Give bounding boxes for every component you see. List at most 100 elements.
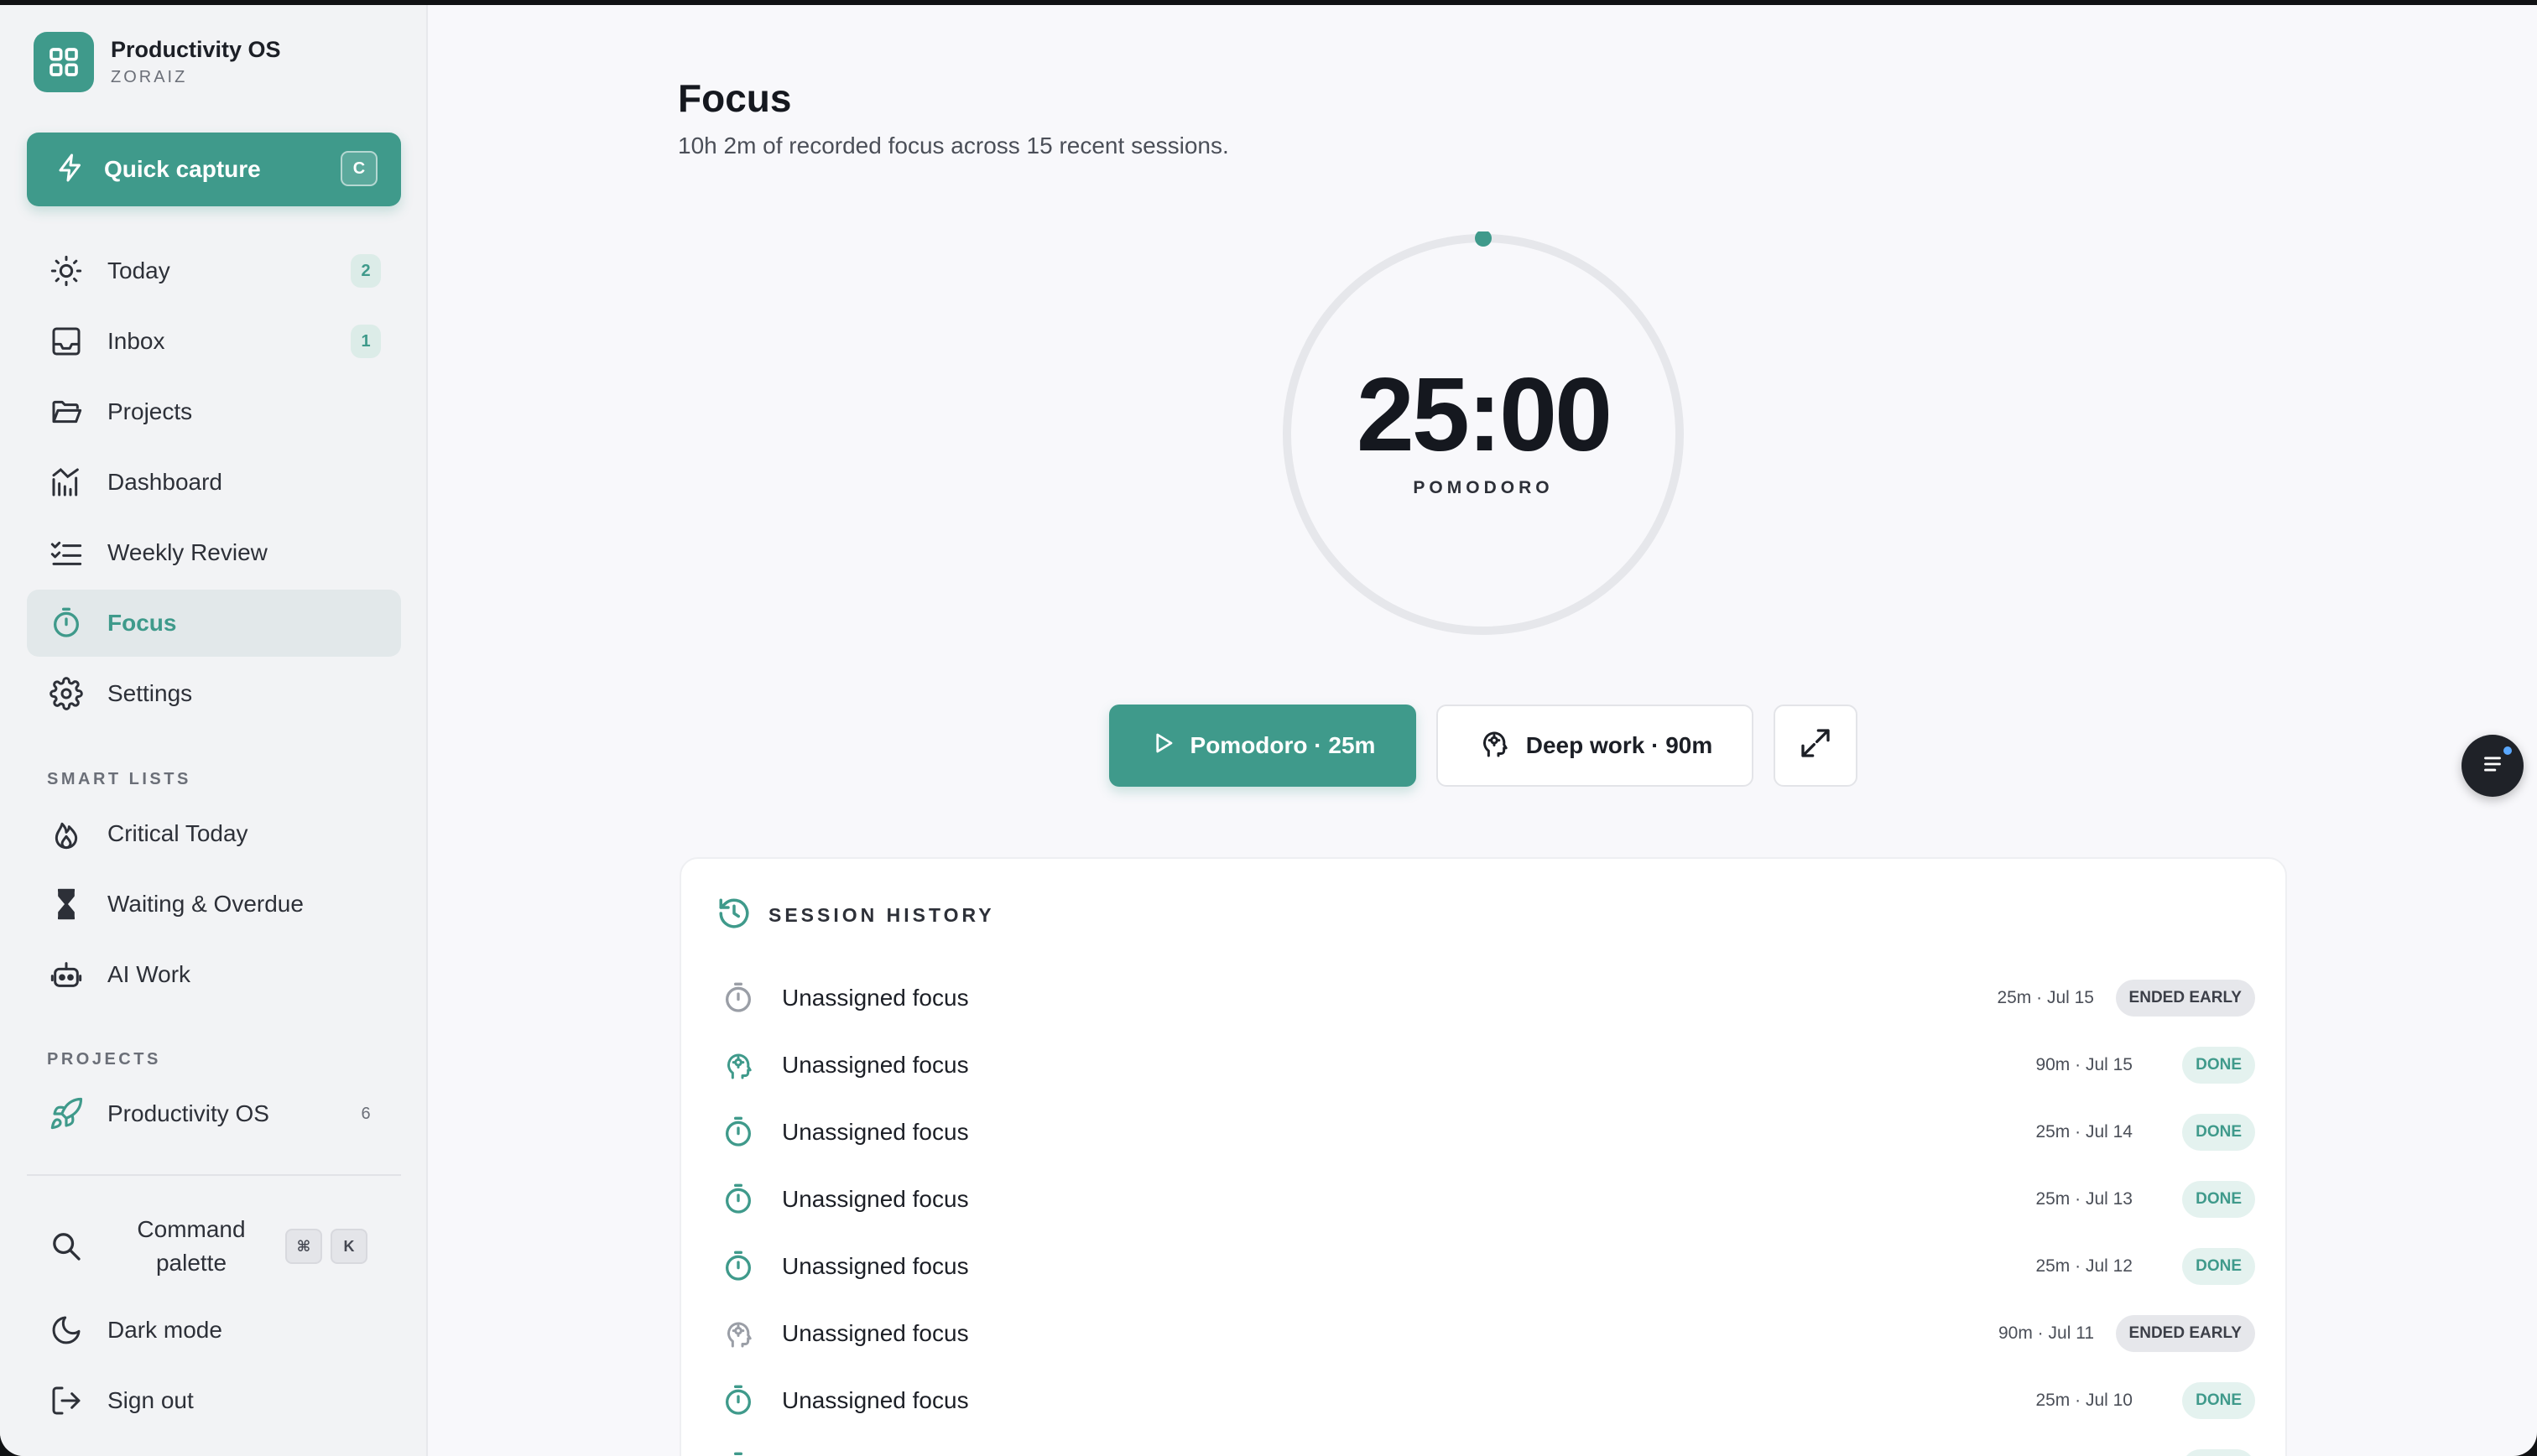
project-label: Productivity OS	[107, 1100, 269, 1126]
nav-inbox[interactable]: Inbox 1	[27, 308, 401, 375]
floating-menu-button[interactable]	[2461, 735, 2524, 797]
grid-logo-icon	[34, 32, 94, 92]
pomodoro-button-label: Pomodoro · 25m	[1190, 732, 1376, 758]
timer-progress-dot	[1475, 231, 1492, 247]
timer-mode-label: POMODORO	[1413, 478, 1554, 497]
lightning-icon	[55, 153, 86, 187]
nav-label: Dashboard	[107, 469, 222, 495]
session-title: Unassigned focus	[782, 1052, 969, 1078]
folder-open-icon	[47, 393, 86, 431]
smart-list-ai-work[interactable]: AI Work	[27, 941, 401, 1008]
sign-out-label: Sign out	[107, 1387, 194, 1413]
session-row[interactable]: Unassigned focus 90m · Jul 11 ENDED EARLY	[720, 1300, 2255, 1367]
smart-list-label: AI Work	[107, 961, 191, 987]
session-row[interactable]: Unassigned focus 25m · Jul 14 DONE	[720, 1099, 2255, 1166]
nav-focus[interactable]: Focus	[27, 590, 401, 657]
session-status-badge: DONE	[2182, 1047, 2255, 1084]
menu-lines-icon	[2478, 750, 2507, 783]
checklist-icon	[47, 533, 86, 572]
page-title: Focus	[678, 76, 792, 120]
session-title: Unassigned focus	[782, 1253, 969, 1279]
sidebar: Productivity OS ZORAIZ Quick capture C T…	[0, 5, 428, 1456]
smart-list-label: Waiting & Overdue	[107, 891, 304, 917]
session-row[interactable]: Unassigned focus 25m · Jul 12 DONE	[720, 1233, 2255, 1300]
session-row[interactable]: Unassigned focus25m · Jul 9DONE	[720, 1434, 2255, 1456]
notification-dot	[2503, 746, 2512, 755]
session-row[interactable]: Unassigned focus 25m · Jul 10 DONE	[720, 1367, 2255, 1434]
nav-projects[interactable]: Projects	[27, 378, 401, 445]
quick-capture-label: Quick capture	[104, 156, 261, 182]
session-meta: 90m · Jul 11	[1998, 1323, 2094, 1343]
session-title: Unassigned focus	[782, 1186, 969, 1212]
nav-label: Projects	[107, 398, 193, 424]
gear-icon	[47, 674, 86, 713]
start-deep-work-button[interactable]: Deep work · 90m	[1436, 705, 1753, 787]
nav-today[interactable]: Today 2	[27, 237, 401, 304]
expand-icon	[1799, 726, 1832, 766]
chart-icon	[47, 463, 86, 502]
session-title: Unassigned focus	[782, 1320, 969, 1346]
session-row[interactable]: Unassigned focus 90m · Jul 15 DONE	[720, 1032, 2255, 1099]
robot-icon	[47, 955, 86, 994]
timer-icon	[720, 980, 757, 1017]
deep-work-button-label: Deep work · 90m	[1525, 732, 1713, 758]
nav-label: Weekly Review	[107, 539, 268, 565]
session-meta: 25m · Jul 13	[2035, 1189, 2133, 1209]
session-row[interactable]: Unassigned focus 25m · Jul 15 ENDED EARLY	[720, 965, 2255, 1032]
fullscreen-button[interactable]	[1774, 705, 1857, 787]
smart-list-critical-today[interactable]: Critical Today	[27, 800, 401, 867]
kbd-k: K	[331, 1229, 367, 1264]
session-meta: 25m · Jul 14	[2035, 1122, 2133, 1141]
inbox-icon	[47, 322, 86, 361]
session-title: Unassigned focus	[782, 1119, 969, 1145]
nav-weekly-review[interactable]: Weekly Review	[27, 519, 401, 586]
session-history-header: SESSION HISTORY	[716, 896, 995, 935]
project-productivity-os[interactable]: Productivity OS 6	[27, 1080, 401, 1147]
sign-out-button[interactable]: Sign out	[27, 1367, 401, 1434]
hourglass-icon	[47, 885, 86, 923]
page-subtitle: 10h 2m of recorded focus across 15 recen…	[678, 133, 1229, 159]
command-palette-label: Command palette	[137, 1216, 246, 1276]
start-pomodoro-button[interactable]: Pomodoro · 25m	[1109, 705, 1416, 787]
timer-icon	[47, 604, 86, 642]
quick-capture-button[interactable]: Quick capture C	[27, 133, 401, 206]
timer-icon	[720, 1248, 757, 1285]
brain-gear-icon	[720, 1047, 757, 1084]
nav-label: Focus	[107, 610, 177, 636]
app-window: Productivity OS ZORAIZ Quick capture C T…	[0, 5, 2537, 1456]
session-meta: 25m · Jul 10	[2035, 1391, 2133, 1410]
play-icon	[1150, 731, 1175, 762]
nav-dashboard[interactable]: Dashboard	[27, 449, 401, 516]
command-palette-button[interactable]: Command palette ⌘ K	[27, 1208, 401, 1285]
inbox-count-badge: 1	[351, 325, 381, 358]
session-history-title: SESSION HISTORY	[768, 904, 995, 926]
dark-mode-label: Dark mode	[107, 1317, 222, 1343]
timer-value: 25:00	[1356, 357, 1612, 473]
dark-mode-toggle[interactable]: Dark mode	[27, 1297, 401, 1364]
moon-icon	[47, 1311, 86, 1349]
session-title: Unassigned focus	[782, 985, 969, 1011]
today-count-badge: 2	[351, 254, 381, 288]
session-row[interactable]: Unassigned focus 25m · Jul 13 DONE	[720, 1166, 2255, 1233]
session-title: Unassigned focus	[782, 1387, 969, 1413]
workspace-name: ZORAIZ	[111, 68, 188, 86]
session-status-badge: DONE	[2182, 1181, 2255, 1218]
session-history-card: SESSION HISTORY Unassigned focus 25m · Ju…	[680, 857, 2287, 1456]
app-name: Productivity OS	[111, 37, 281, 62]
nav-label: Inbox	[107, 328, 165, 354]
nav-settings[interactable]: Settings	[27, 660, 401, 727]
session-meta: 90m · Jul 15	[2035, 1055, 2133, 1074]
session-status-badge: DONE	[2182, 1449, 2255, 1456]
projects-heading: PROJECTS	[47, 1050, 161, 1069]
smart-list-label: Critical Today	[107, 820, 248, 846]
timer-icon	[720, 1114, 757, 1151]
rocket-icon	[47, 1095, 86, 1133]
quick-capture-shortcut: C	[341, 151, 378, 186]
nav-label: Today	[107, 257, 170, 283]
sign-out-icon	[47, 1381, 86, 1420]
session-meta: 25m · Jul 12	[2035, 1256, 2133, 1276]
smart-list-waiting-overdue[interactable]: Waiting & Overdue	[27, 871, 401, 938]
brand[interactable]: Productivity OS ZORAIZ	[34, 30, 281, 94]
session-status-badge: DONE	[2182, 1114, 2255, 1151]
history-icon	[716, 896, 752, 935]
